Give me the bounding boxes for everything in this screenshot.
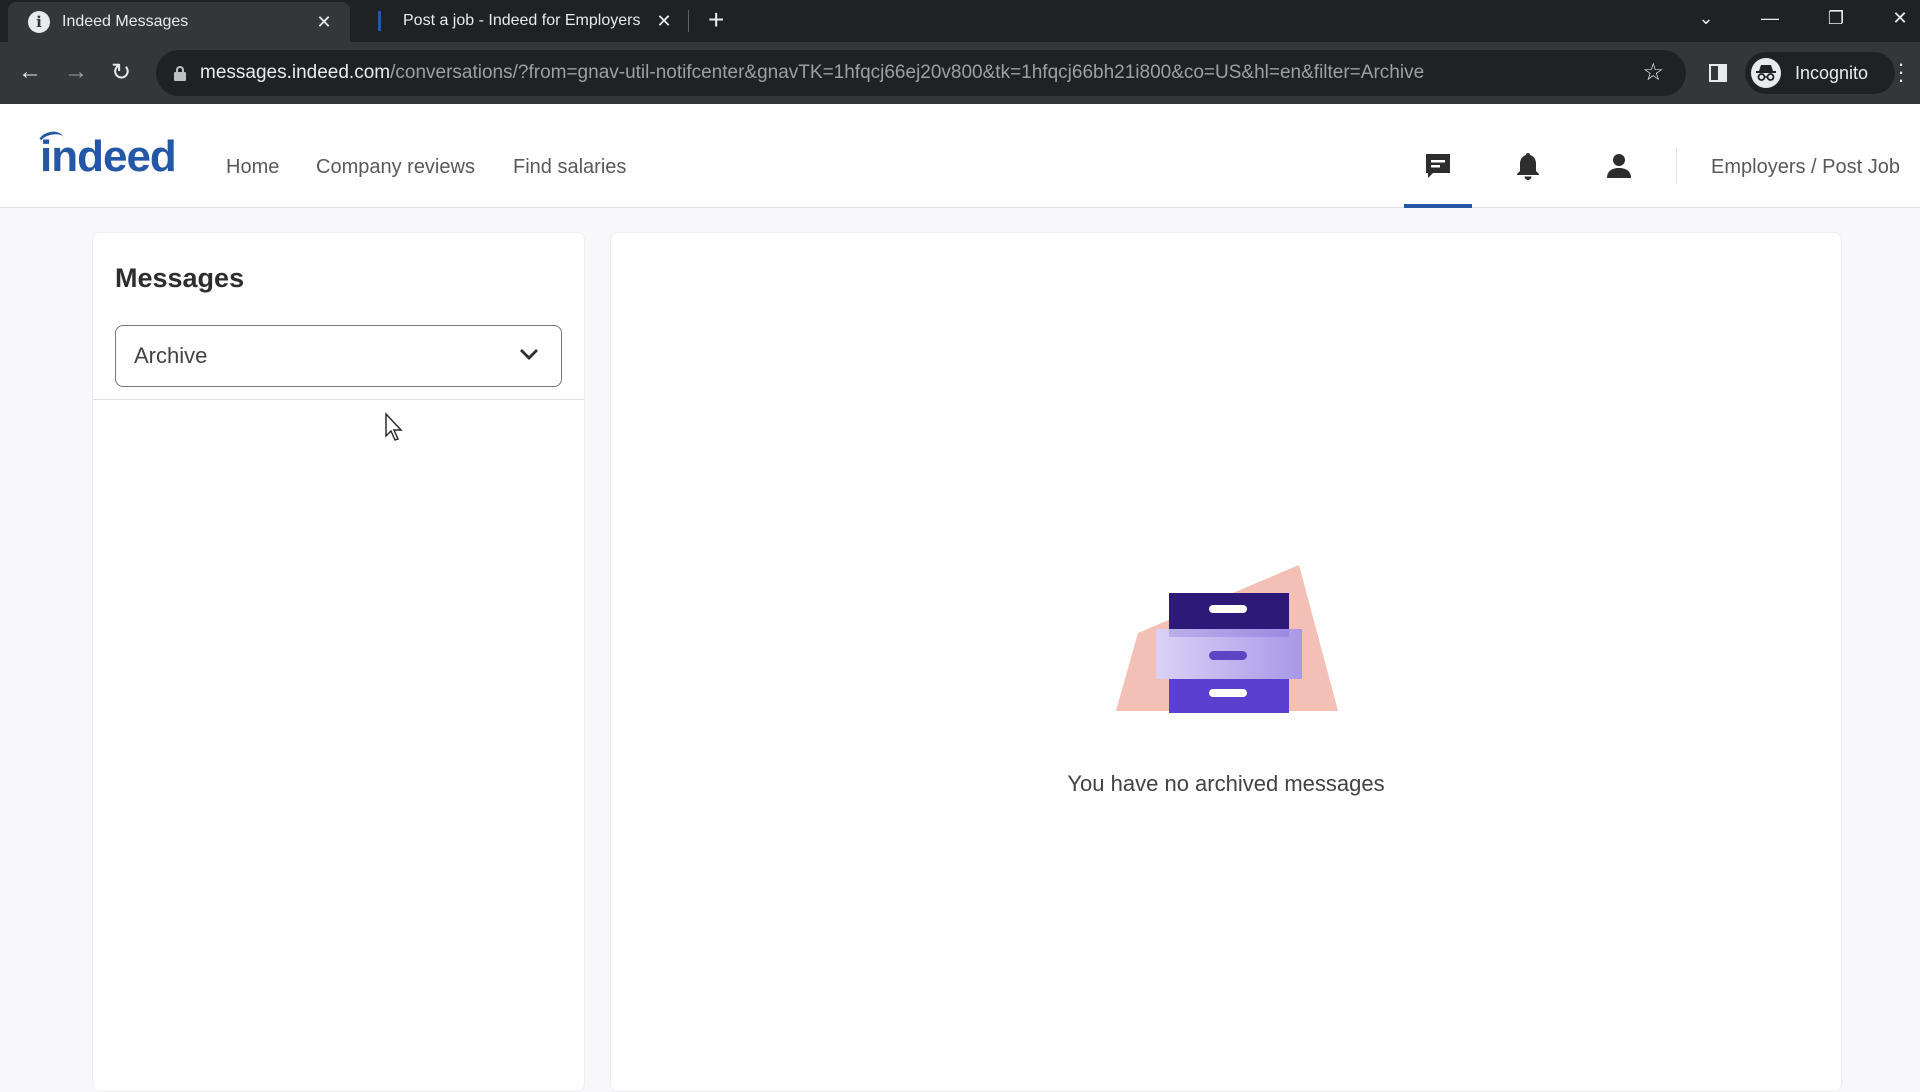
tab-search-icon[interactable]: ⌄ [1676,0,1736,36]
employers-post-job-link[interactable]: Employers / Post Job [1711,156,1900,179]
messages-title: Messages [115,263,245,293]
mouse-cursor-icon [384,412,406,447]
lock-icon [174,66,186,81]
forward-button[interactable]: → [58,54,94,90]
tab-indeed-messages[interactable]: i Indeed Messages ✕ [8,2,350,42]
nav-company-reviews[interactable]: Company reviews [316,156,475,179]
messages-active-indicator [1404,204,1472,208]
tab-title: Indeed Messages [62,13,189,30]
url-text[interactable]: messages.indeed.com/conversations/?from=… [200,62,1424,84]
indeed-bar-icon [378,11,381,31]
messages-icon[interactable] [1420,148,1456,184]
minimize-button[interactable]: — [1740,0,1800,36]
new-tab-button[interactable]: + [708,5,724,35]
indeed-logo[interactable]: indeed [40,132,177,182]
browser-menu-icon[interactable]: · · · [1896,53,1906,91]
side-panel-icon[interactable] [1709,64,1727,82]
close-tab-icon[interactable]: ✕ [652,11,676,32]
close-tab-icon[interactable]: ✕ [312,12,336,33]
site-header: indeed Home Company reviews Find salarie… [0,104,1920,208]
address-bar[interactable]: messages.indeed.com/conversations/?from=… [156,50,1686,96]
profile-icon[interactable] [1601,148,1637,184]
back-button[interactable]: ← [12,54,48,90]
incognito-profile-button[interactable]: Incognito [1745,52,1895,94]
incognito-icon [1751,58,1781,88]
close-window-button[interactable]: ✕ [1870,0,1920,36]
conversation-panel: You have no archived messages [610,232,1842,1092]
nav-home[interactable]: Home [226,156,279,179]
browser-toolbar: ← → ↻ messages.indeed.com/conversations/… [0,42,1920,104]
indeed-info-icon: i [28,11,50,33]
reload-button[interactable]: ↻ [103,54,139,90]
tab-post-a-job[interactable]: Post a job - Indeed for Employers ✕ [360,0,690,42]
filter-selected-value: Archive [134,343,208,368]
tab-separator [688,10,689,32]
message-filter-select[interactable]: Archive [115,325,562,387]
incognito-label: Incognito [1795,62,1869,83]
notifications-bell-icon[interactable] [1510,148,1546,184]
empty-state-message: You have no archived messages [1067,771,1385,796]
browser-tab-bar: i Indeed Messages ✕ Post a job - Indeed … [0,0,1920,42]
filing-cabinet-illustration [1116,565,1338,718]
tab-title: Post a job - Indeed for Employers [403,12,641,29]
nav-find-salaries[interactable]: Find salaries [513,156,626,179]
restore-button[interactable]: ❐ [1806,0,1866,36]
bookmark-star-icon[interactable]: ☆ [1642,58,1664,87]
sidebar-divider [93,399,584,400]
messages-sidebar: Messages Archive [92,232,585,1092]
chevron-down-icon [519,347,539,366]
header-divider [1676,148,1677,184]
